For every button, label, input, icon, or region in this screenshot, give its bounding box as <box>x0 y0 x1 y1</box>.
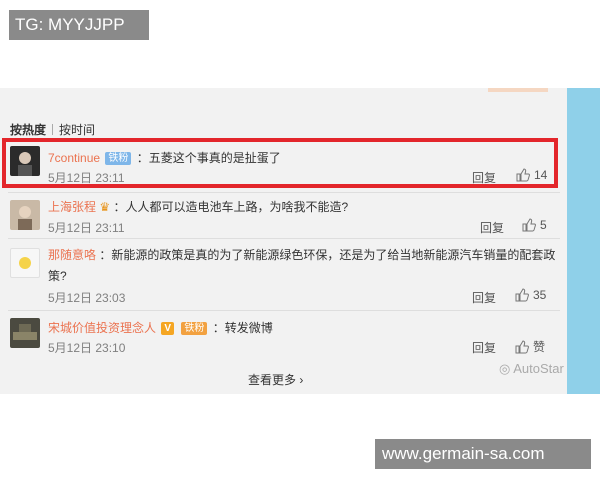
comment-text: ：新能源的政策是真的为了新能源绿色环保，还是为了给当地新能源汽车销量的配套政 <box>99 248 556 262</box>
wechat-icon: ◎ <box>499 361 511 376</box>
sort-by-time[interactable]: 按时间 <box>59 123 95 137</box>
like-button[interactable]: 35 <box>515 288 546 302</box>
comment-time: 5月12日 23:11 <box>48 221 125 235</box>
thumb-up-icon <box>515 288 529 302</box>
url-overlay: www.germain-sa.com <box>375 439 591 469</box>
reply-button[interactable]: 回复 <box>480 219 504 236</box>
divider <box>8 238 560 239</box>
watermark-text: AutoStar <box>513 361 564 376</box>
comment-text: ：转发微博 <box>212 321 273 335</box>
comment-text: ：人人都可以造电池车上路，为啥我不能造? <box>113 200 349 214</box>
fan-badge: 铁粉 <box>181 322 208 335</box>
like-button[interactable]: 赞 <box>515 338 545 355</box>
like-count: 赞 <box>533 340 546 354</box>
username[interactable]: 那随意咯 <box>48 248 96 262</box>
verified-badge: V <box>161 322 175 335</box>
comment-time: 5月12日 23:03 <box>48 291 126 305</box>
like-count: 35 <box>533 288 547 302</box>
comment-item: 那随意咯 ：新能源的政策是真的为了新能源绿色环保，还是为了给当地新能源汽车销量的… <box>8 242 556 308</box>
avatar-image <box>13 324 37 340</box>
tag-overlay: TG: MYYJJPP <box>9 10 149 40</box>
avatar-image <box>19 257 31 269</box>
sort-bar: 按热度 按时间 <box>10 121 101 138</box>
see-more-link[interactable]: 查看更多 › <box>248 371 303 388</box>
reply-button[interactable]: 回复 <box>472 289 496 306</box>
avatar[interactable] <box>10 318 40 348</box>
username[interactable]: 宋城价值投资理念人 <box>48 321 156 335</box>
autostar-watermark: ◎ AutoStar <box>499 361 564 377</box>
like-button[interactable]: 5 <box>522 218 547 232</box>
avatar[interactable] <box>10 248 40 278</box>
comment-time: 5月12日 23:10 <box>48 341 126 355</box>
highlight-box <box>2 138 558 188</box>
like-count: 5 <box>540 218 547 232</box>
comment-item: 宋城价值投资理念人 V 铁粉 ：转发微博 5月12日 23:10 回复 赞 <box>8 314 556 358</box>
top-strip <box>488 88 548 92</box>
sort-separator <box>52 124 54 135</box>
divider <box>8 192 560 193</box>
avatar-image <box>18 206 32 230</box>
side-bar <box>567 88 600 394</box>
comment-text-cont: 策? <box>48 269 67 283</box>
comment-item: 上海张程 ♛ ：人人都可以造电池车上路，为啥我不能造? 5月12日 23:11 … <box>8 196 556 240</box>
reply-button[interactable]: 回复 <box>472 339 496 356</box>
divider <box>8 310 560 311</box>
username[interactable]: 上海张程 <box>48 200 96 214</box>
avatar[interactable] <box>10 200 40 230</box>
crown-icon: ♛ <box>99 200 111 214</box>
thumb-up-icon <box>515 340 529 354</box>
sort-by-hot[interactable]: 按热度 <box>10 123 46 137</box>
thumb-up-icon <box>522 218 536 232</box>
